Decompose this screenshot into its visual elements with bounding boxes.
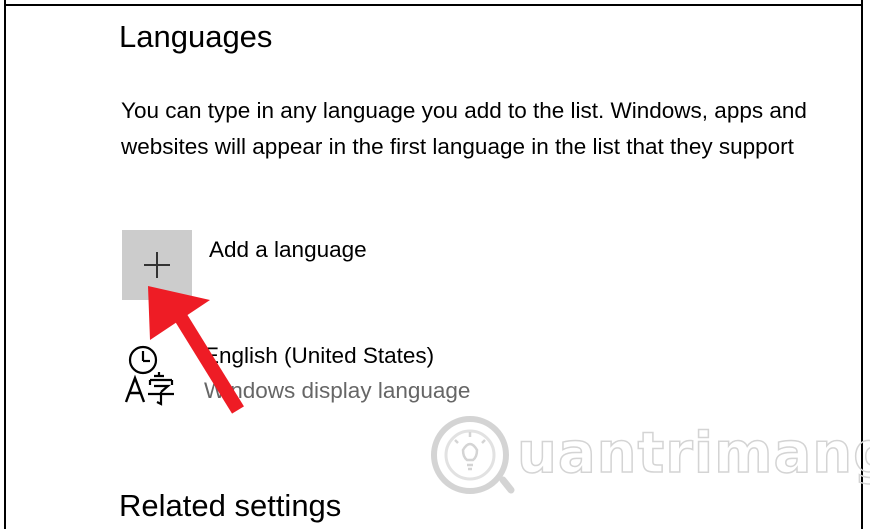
window-border-left	[4, 0, 6, 529]
languages-heading: Languages	[119, 19, 273, 54]
plus-icon	[144, 252, 170, 278]
watermark: uantrimang	[425, 410, 870, 500]
window-border-top	[4, 4, 863, 6]
language-item-en-us[interactable]: English (United States) Windows display …	[120, 338, 620, 418]
add-language-label[interactable]: Add a language	[209, 235, 367, 265]
window-border-right	[861, 0, 863, 529]
related-settings-heading: Related settings	[119, 488, 342, 523]
add-language-button[interactable]	[122, 230, 192, 300]
language-time-icon	[124, 345, 174, 406]
lightbulb-icon	[431, 416, 515, 494]
language-name: English (United States)	[204, 343, 435, 368]
watermark-text: uantrimang	[516, 421, 870, 486]
languages-description: You can type in any language you add to …	[121, 98, 807, 159]
language-subtitle: Windows display language	[204, 378, 471, 403]
settings-panel: Languages You can type in any language y…	[0, 0, 870, 529]
